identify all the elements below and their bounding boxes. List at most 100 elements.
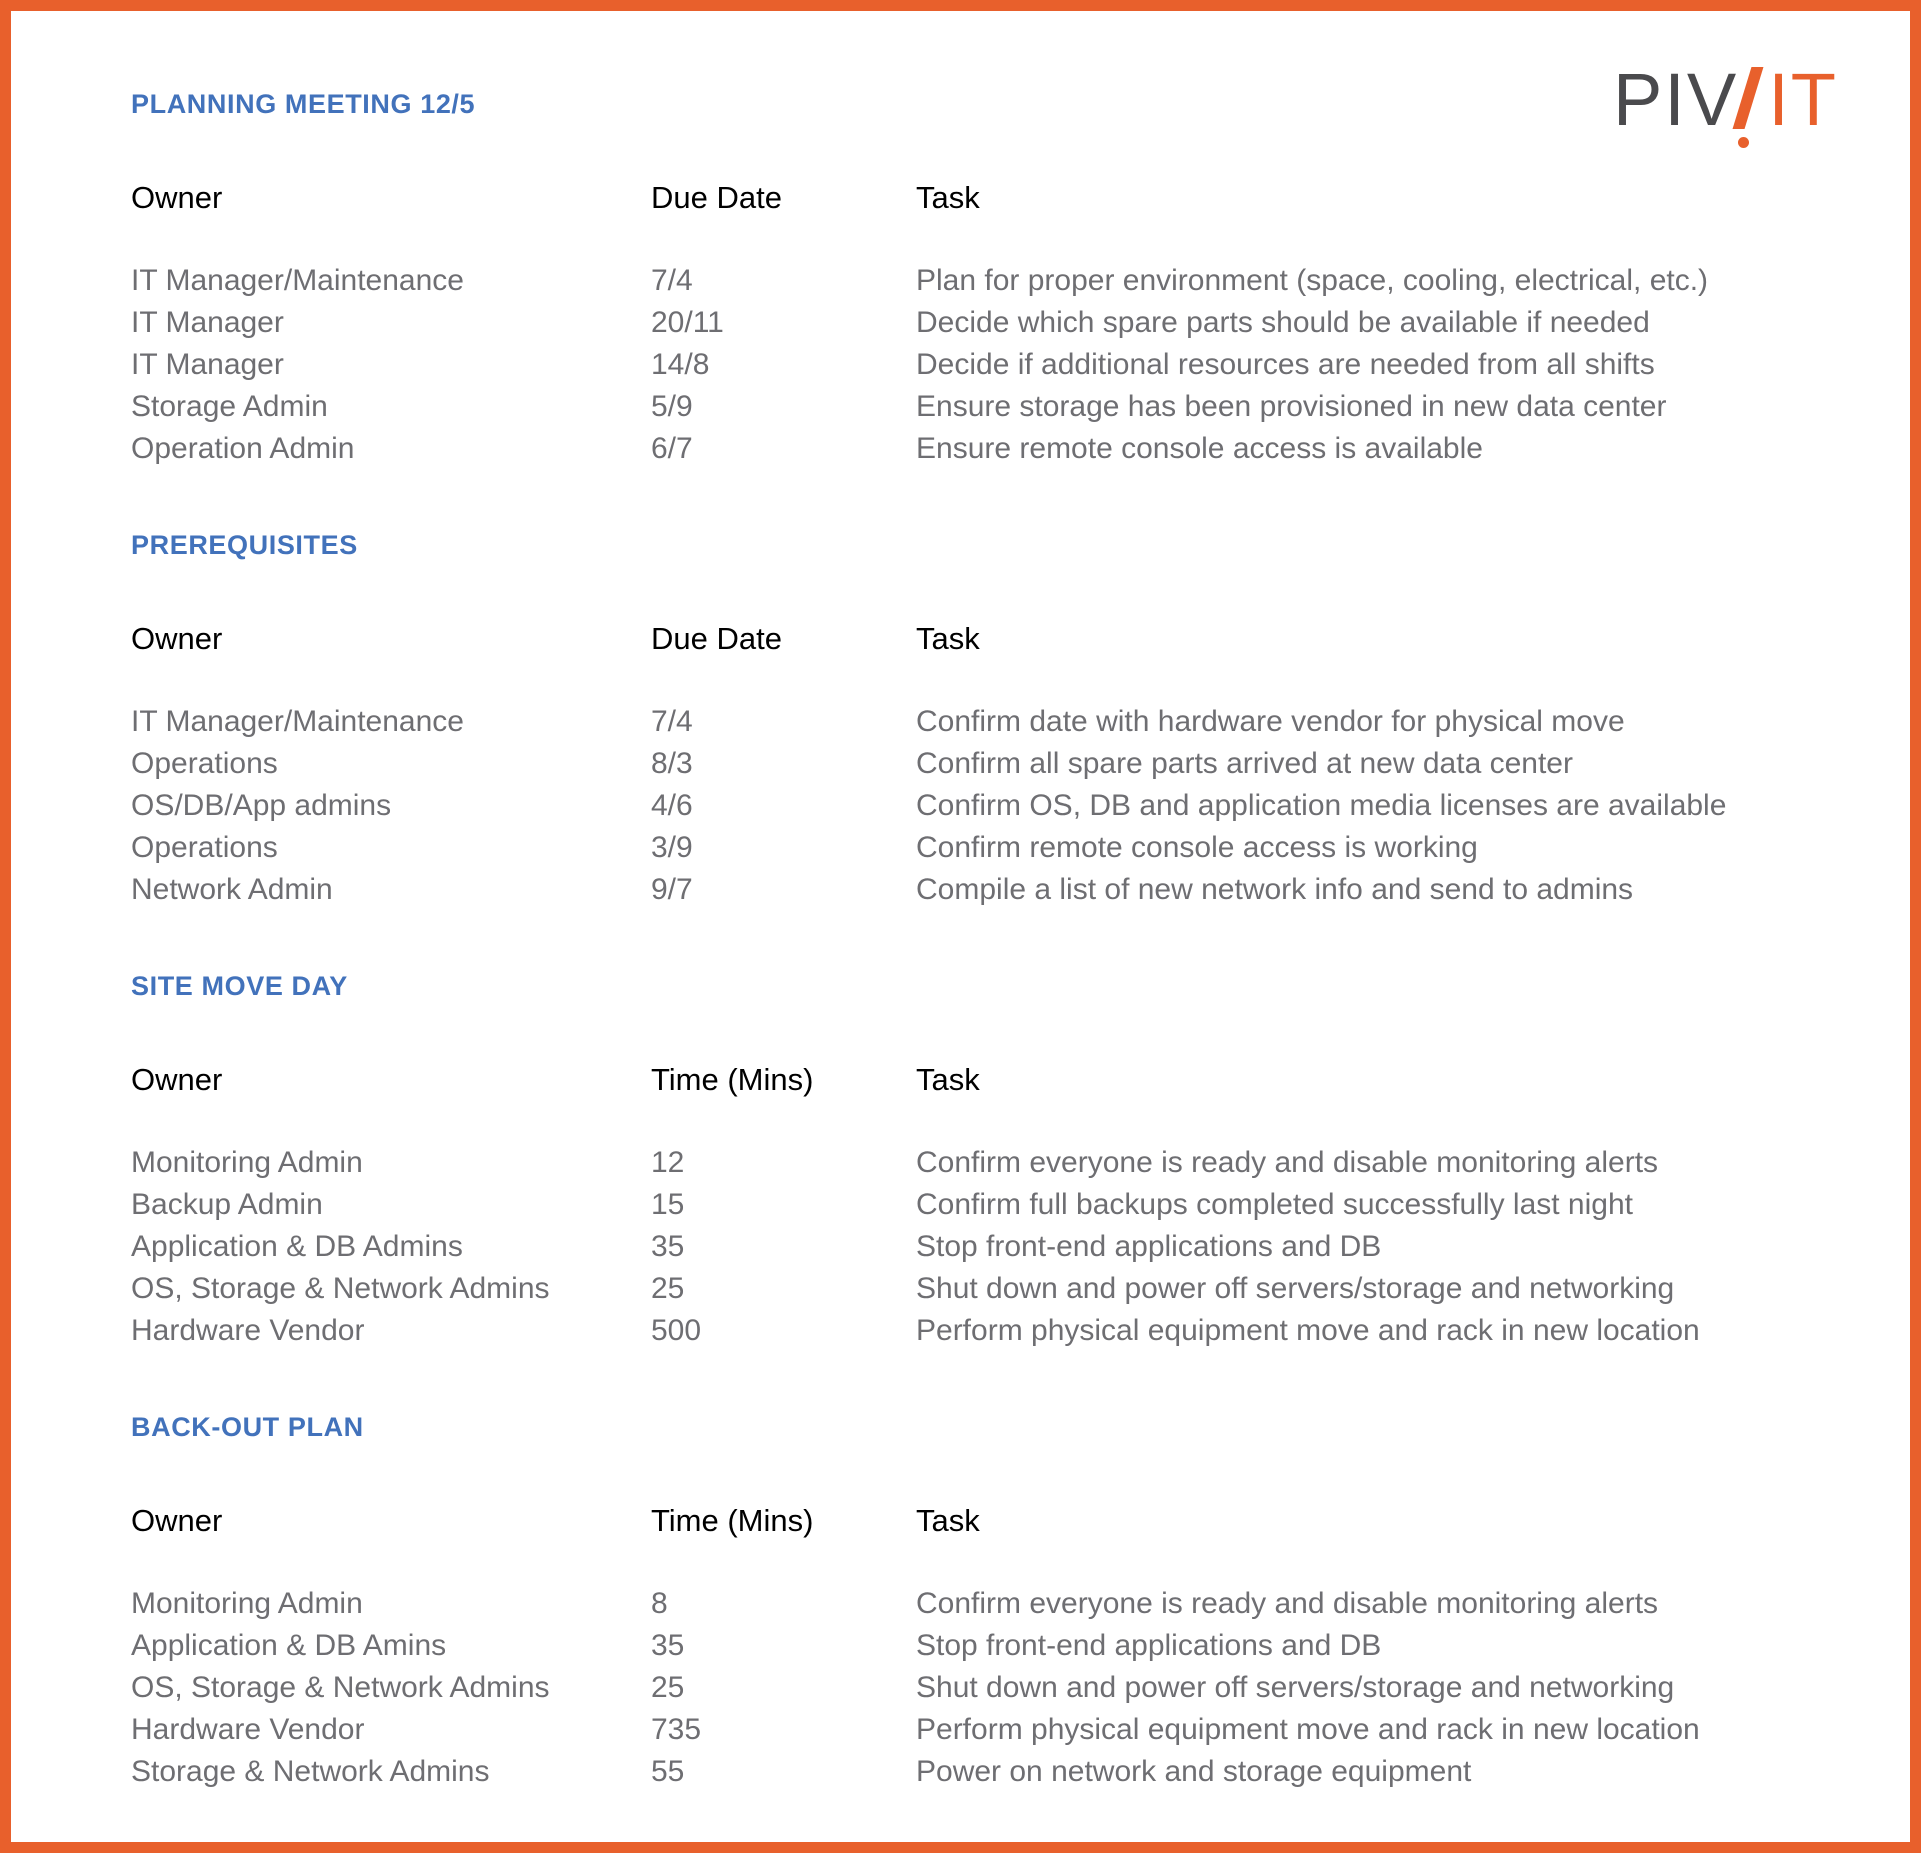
header-body-gap <box>131 1098 1840 1142</box>
cell-due-date: 20/11 <box>651 306 724 339</box>
cell-due-date: 12 <box>651 1146 685 1179</box>
cell-due-date: 14/8 <box>651 348 710 381</box>
logo-text-it: IT <box>1768 58 1838 141</box>
cell-task: Confirm all spare parts arrived at new d… <box>916 747 1573 780</box>
column-header-time: Time (Mins) <box>651 1503 814 1538</box>
cell-owner: Operations <box>131 747 278 780</box>
table-row: IT Manager/Maintenance 7/4 Confirm date wi… <box>131 701 1840 743</box>
document-page: PIV IT PLANNING MEETING 12/5 Owner Due Dat… <box>0 0 1921 1853</box>
table-row: Application & DB Amins 35 Stop front-end a… <box>131 1625 1840 1667</box>
spacer-cell <box>131 657 1840 701</box>
cell-task: Compile a list of new network info and s… <box>916 873 1634 906</box>
spacer-cell <box>131 1539 1840 1583</box>
cell-due-date: 735 <box>651 1713 702 1746</box>
cell-task: Confirm remote console access is working <box>916 831 1478 864</box>
column-header-owner: Owner <box>131 1062 223 1097</box>
plan-section: SITE MOVE DAY Owner Time (Mins) Task Monitor… <box>131 971 1840 1412</box>
cell-task: Shut down and power off servers/storage … <box>916 1671 1675 1704</box>
cell-task: Confirm everyone is ready and disable mo… <box>916 1146 1659 1179</box>
column-header-task: Task <box>916 1062 980 1097</box>
cell-due-date: 3/9 <box>651 831 693 864</box>
table-row: Storage & Network Admins 55 Power on netwo… <box>131 1751 1840 1793</box>
plan-section: PLANNING MEETING 12/5 Owner Due Date Task IT… <box>131 59 1840 530</box>
table-row: IT Manager 20/11 Decide which spare parts … <box>131 302 1840 344</box>
cell-due-date: 5/9 <box>651 390 693 423</box>
cell-due-date: 500 <box>651 1314 702 1347</box>
section-title: PREREQUISITES <box>131 530 358 560</box>
cell-due-date: 8/3 <box>651 747 693 780</box>
cell-due-date: 55 <box>651 1755 685 1788</box>
table-row: OS, Storage & Network Admins 25 Shut down … <box>131 1268 1840 1310</box>
cell-task: Ensure storage has been provisioned in n… <box>916 390 1667 423</box>
cell-task: Perform physical equipment move and rack… <box>916 1314 1700 1347</box>
plan-table: Owner Due Date Task IT Manager/Maintenance 7… <box>131 621 1840 911</box>
cell-task: Decide if additional resources are neede… <box>916 348 1655 381</box>
table-row: Hardware Vendor 500 Perform physical equip… <box>131 1310 1840 1352</box>
cell-owner: Operations <box>131 831 278 864</box>
cell-task: Shut down and power off servers/storage … <box>916 1272 1675 1305</box>
cell-owner: Network Admin <box>131 873 333 906</box>
header-body-gap <box>131 216 1840 260</box>
table-row: Operations 8/3 Confirm all spare parts arr… <box>131 743 1840 785</box>
cell-owner: OS, Storage & Network Admins <box>131 1272 550 1305</box>
exclamation-slash-mark-icon <box>1732 63 1772 149</box>
cell-due-date: 25 <box>651 1272 685 1305</box>
cell-due-date: 9/7 <box>651 873 693 906</box>
cell-owner: Application & DB Amins <box>131 1629 447 1662</box>
cell-owner: Hardware Vendor <box>131 1314 365 1347</box>
column-header-task: Task <box>916 1503 980 1538</box>
table-row: Monitoring Admin 8 Confirm everyone is rea… <box>131 1583 1840 1625</box>
cell-task: Power on network and storage equipment <box>916 1755 1472 1788</box>
spacer-cell <box>131 216 1840 260</box>
cell-owner: Operation Admin <box>131 432 355 465</box>
spacer-cell <box>131 1098 1840 1142</box>
cell-due-date: 35 <box>651 1629 685 1662</box>
table-header-row: Owner Due Date Task <box>131 621 1840 657</box>
cell-owner: Monitoring Admin <box>131 1587 363 1620</box>
column-header-task: Task <box>916 180 980 215</box>
cell-task: Ensure remote console access is availabl… <box>916 432 1483 465</box>
column-header-time: Due Date <box>651 180 782 215</box>
sections-container: PLANNING MEETING 12/5 Owner Due Date Task IT… <box>131 59 1840 1853</box>
table-row: Monitoring Admin 12 Confirm everyone is re… <box>131 1142 1840 1184</box>
table-row: Application & DB Admins 35 Stop front-end … <box>131 1226 1840 1268</box>
cell-owner: Application & DB Admins <box>131 1230 463 1263</box>
header-body-gap <box>131 657 1840 701</box>
column-header-task: Task <box>916 621 980 656</box>
cell-owner: OS, Storage & Network Admins <box>131 1671 550 1704</box>
plan-section: BACK-OUT PLAN Owner Time (Mins) Task Monitor… <box>131 1412 1840 1853</box>
cell-due-date: 4/6 <box>651 789 693 822</box>
table-row: IT Manager 14/8 Decide if additional resou… <box>131 344 1840 386</box>
cell-owner: Hardware Vendor <box>131 1713 365 1746</box>
cell-due-date: 7/4 <box>651 705 693 738</box>
cell-owner: IT Manager <box>131 306 284 339</box>
table-header-row: Owner Time (Mins) Task <box>131 1062 1840 1098</box>
column-header-time: Due Date <box>651 621 782 656</box>
cell-owner: Backup Admin <box>131 1188 323 1221</box>
cell-owner: Storage & Network Admins <box>131 1755 490 1788</box>
cell-due-date: 8 <box>651 1587 668 1620</box>
cell-due-date: 25 <box>651 1671 685 1704</box>
table-row: IT Manager/Maintenance 7/4 Plan for proper… <box>131 260 1840 302</box>
table-row: Operation Admin 6/7 Ensure remote console … <box>131 428 1840 470</box>
table-row: Storage Admin 5/9 Ensure storage has been … <box>131 386 1840 428</box>
cell-task: Confirm full backups completed successfu… <box>916 1188 1633 1221</box>
cell-due-date: 7/4 <box>651 264 693 297</box>
table-row: Operations 3/9 Confirm remote console acce… <box>131 827 1840 869</box>
cell-task: Stop front-end applications and DB <box>916 1629 1382 1662</box>
table-header-row: Owner Due Date Task <box>131 180 1840 216</box>
cell-task: Decide which spare parts should be avail… <box>916 306 1650 339</box>
cell-task: Stop front-end applications and DB <box>916 1230 1382 1263</box>
cell-owner: Monitoring Admin <box>131 1146 363 1179</box>
cell-task: Perform physical equipment move and rack… <box>916 1713 1700 1746</box>
table-row: Hardware Vendor 735 Perform physical equip… <box>131 1709 1840 1751</box>
header-body-gap <box>131 1539 1840 1583</box>
cell-owner: Storage Admin <box>131 390 328 423</box>
table-row: OS/DB/App admins 4/6 Confirm OS, DB and ap… <box>131 785 1840 827</box>
plan-section: PREREQUISITES Owner Due Date Task IT Manager… <box>131 530 1840 971</box>
